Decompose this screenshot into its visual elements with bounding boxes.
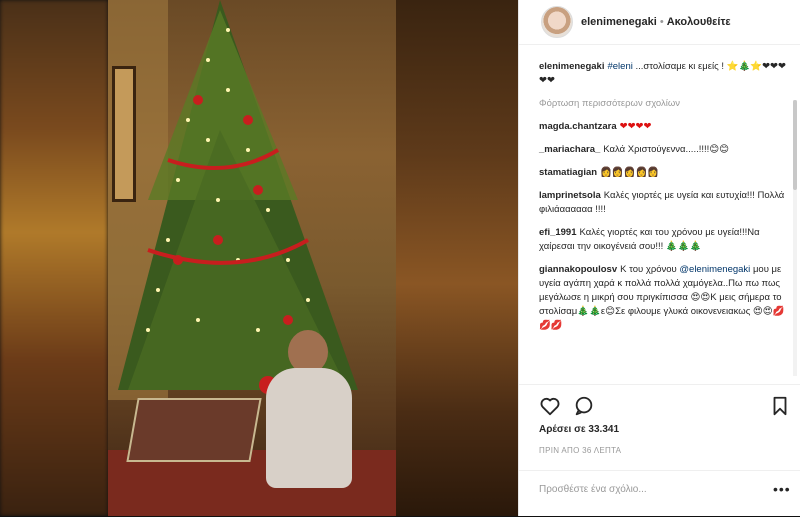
scrollbar-thumb[interactable] [793,100,797,190]
list-item: lamprinetsola Καλές γιορτές με υγεία και … [539,189,789,217]
scrollbar[interactable] [793,100,797,376]
load-more-comments[interactable]: Φόρτωση περισσότερων σχολίων [539,97,789,111]
list-item: stamatiagian 👩👩👩👩👩 [539,166,789,180]
add-comment-bar: Προσθέστε ένα σχόλιο... ••• [519,470,800,517]
bookmark-icon[interactable] [769,395,791,417]
caption: elenimenegaki #eleni ...στολίσαμε κι εμεί… [539,60,789,88]
comment-mention[interactable]: @elenimenegaki [679,264,750,275]
christmas-tree-photo [108,0,396,516]
comment-username[interactable]: _mariachara_ [539,144,600,155]
list-item: _mariachara_ Καλά Χριστούγεννα.....!!!!😊😊 [539,143,789,157]
blurred-backdrop-left [0,0,108,516]
comment-username[interactable]: giannakopoulosv [539,264,617,275]
follow-status[interactable]: Ακολουθείτε [667,16,731,28]
comment-username[interactable]: stamatiagian [539,167,597,178]
child [258,330,352,500]
comment-panel: elenimenegaki • Ακολουθείτε elenimenegaki #… [518,0,800,516]
comment-username[interactable]: lamprinetsola [539,190,601,201]
post-header: elenimenegaki • Ακολουθείτε [519,0,800,45]
blurred-backdrop-right [396,0,518,516]
post-photo[interactable] [0,0,518,516]
header-username[interactable]: elenimenegaki [581,16,657,28]
comments-list: elenimenegaki #eleni ...στολίσαμε κι εμεί… [519,60,789,382]
action-bar [519,384,800,427]
post-timestamp: ΠΡΙΝ ΑΠΟ 36 ΛΕΠΤΑ [539,446,622,455]
comment-username[interactable]: magda.chantzara [539,121,617,132]
comment-text: 👩👩👩👩👩 [600,167,660,178]
comment-icon[interactable] [573,395,595,417]
caption-hashtag[interactable]: #eleni [607,61,632,72]
more-options-button[interactable]: ••• [773,481,791,497]
avatar[interactable] [541,6,573,38]
list-item: giannakopoulosv Κ του χρόνου @elenimenega… [539,263,789,333]
christmas-tree [118,0,358,394]
caption-text: ...στολίσαμε κι εμείς ! [632,61,724,72]
list-item: efi_1991 Καλές γιορτές και του χρόνου με … [539,226,789,254]
comment-username[interactable]: efi_1991 [539,227,577,238]
separator: • [659,16,664,28]
likes-count[interactable]: Αρέσει σε 33.341 [539,424,619,435]
list-item: magda.chantzara ❤❤❤❤ [539,120,789,134]
caption-username[interactable]: elenimenegaki [539,61,604,72]
comment-text: Κ του χρόνου [620,264,680,275]
heart-icon[interactable] [539,395,561,417]
add-comment-input[interactable]: Προσθέστε ένα σχόλιο... [539,484,647,495]
comment-text: ❤❤❤❤ [619,121,652,132]
comment-text: Καλά Χριστούγεννα.....!!!!😊😊 [603,144,730,155]
